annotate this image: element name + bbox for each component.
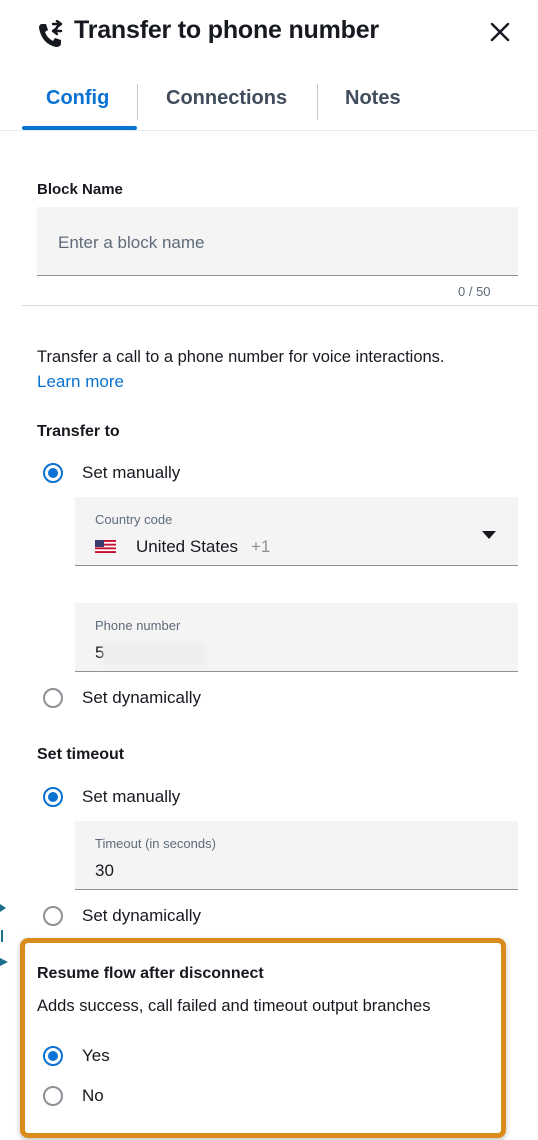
header-phone-icon xyxy=(36,19,66,50)
transfer-to-heading: Transfer to xyxy=(37,423,120,440)
country-code-select[interactable]: Country code United States +1 xyxy=(75,497,518,566)
timeout-value: 30 xyxy=(95,861,114,880)
transfer-set-manually-radio[interactable] xyxy=(43,463,63,483)
timeout-set-dynamically-label[interactable]: Set dynamically xyxy=(82,906,201,926)
block-name-placeholder: Enter a block name xyxy=(58,233,205,252)
resume-no-radio[interactable] xyxy=(43,1086,63,1106)
us-flag-icon xyxy=(95,540,116,553)
country-code-label: Country code xyxy=(95,512,173,527)
block-name-label: Block Name xyxy=(37,181,123,198)
transfer-set-dynamically-radio[interactable] xyxy=(43,688,63,708)
transfer-set-dynamically-label[interactable]: Set dynamically xyxy=(82,688,201,708)
dial-code: +1 xyxy=(251,537,271,556)
tab-notes[interactable]: Notes xyxy=(345,87,401,110)
block-name-input[interactable]: Enter a block name xyxy=(37,207,518,276)
timeout-label: Timeout (in seconds) xyxy=(95,836,216,851)
transfer-set-manually-label[interactable]: Set manually xyxy=(82,463,180,483)
block-description: Transfer a call to a phone number for vo… xyxy=(37,348,445,366)
set-timeout-heading: Set timeout xyxy=(37,746,125,763)
redacted-phone-mask xyxy=(103,642,205,666)
panel-title: Transfer to phone number xyxy=(74,16,379,44)
tab-separator xyxy=(317,84,318,120)
timeout-input[interactable]: Timeout (in seconds) 30 xyxy=(75,821,518,890)
chevron-down-icon[interactable] xyxy=(481,527,497,539)
close-icon[interactable] xyxy=(486,18,514,46)
block-name-counter: 0 / 50 xyxy=(458,284,491,299)
tabs-divider xyxy=(0,130,538,131)
section-divider xyxy=(22,305,538,306)
tab-connections[interactable]: Connections xyxy=(166,87,287,110)
connector-marker-icon xyxy=(0,900,8,970)
resume-yes-label[interactable]: Yes xyxy=(82,1046,110,1066)
timeout-set-manually-radio[interactable] xyxy=(43,787,63,807)
country-code-value: United States xyxy=(136,537,239,556)
learn-more-link[interactable]: Learn more xyxy=(37,372,124,392)
timeout-set-manually-label[interactable]: Set manually xyxy=(82,787,180,807)
resume-yes-radio[interactable] xyxy=(43,1046,63,1066)
resume-no-label[interactable]: No xyxy=(82,1086,104,1106)
tab-config[interactable]: Config xyxy=(46,87,109,110)
tab-separator xyxy=(137,84,138,120)
phone-number-label: Phone number xyxy=(95,618,181,633)
timeout-set-dynamically-radio[interactable] xyxy=(43,906,63,926)
resume-flow-heading: Resume flow after disconnect xyxy=(37,965,264,982)
resume-flow-description: Adds success, call failed and timeout ou… xyxy=(37,997,431,1015)
